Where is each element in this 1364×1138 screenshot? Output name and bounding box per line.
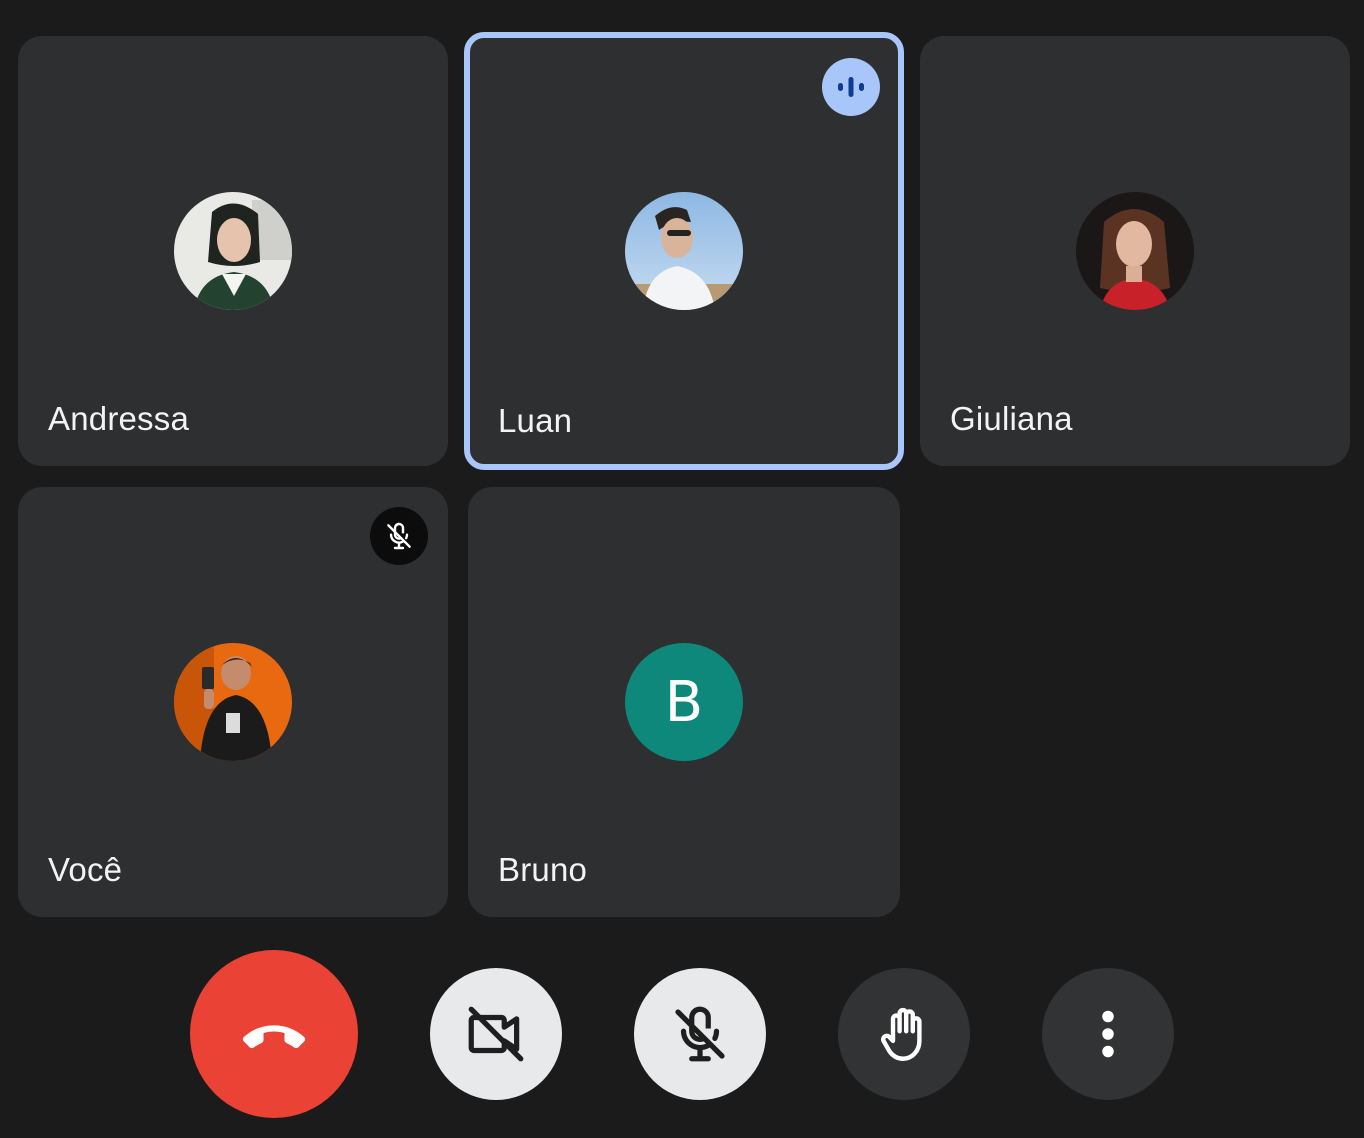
participant-name: Bruno <box>498 851 588 888</box>
avatar-photo-icon <box>1076 192 1194 310</box>
participant-name: Andressa <box>48 400 190 437</box>
participant-name: Você <box>48 851 123 888</box>
speaking-indicator <box>822 58 880 116</box>
avatar-giuliana <box>1076 192 1194 310</box>
avatar-andressa <box>174 192 292 310</box>
participant-name: Luan <box>498 402 573 439</box>
mic-off-icon <box>387 522 411 550</box>
mic-off-icon <box>675 1006 725 1062</box>
camera-off-icon <box>468 1006 524 1062</box>
muted-indicator <box>370 507 428 565</box>
audio-wave-icon <box>838 77 864 97</box>
meeting-stage: Andressa Luan Giuliana Você B Bruno <box>0 0 1364 1138</box>
more-options-button[interactable] <box>1042 968 1174 1100</box>
camera-toggle-button[interactable] <box>430 968 562 1100</box>
participant-tile-voce[interactable]: Você <box>18 487 448 917</box>
avatar-luan <box>625 192 743 310</box>
participant-tile-andressa[interactable]: Andressa <box>18 36 448 466</box>
microphone-toggle-button[interactable] <box>634 968 766 1100</box>
raise-hand-icon <box>881 1007 922 1061</box>
participant-tile-luan[interactable]: Luan <box>464 32 904 470</box>
participant-tile-giuliana[interactable]: Giuliana <box>920 36 1350 466</box>
participant-tile-bruno[interactable]: B Bruno <box>468 487 900 917</box>
participant-name: Giuliana <box>950 400 1073 437</box>
avatar-photo-icon <box>174 643 292 761</box>
avatar-photo-icon <box>625 192 743 310</box>
avatar-photo-icon <box>174 192 292 310</box>
more-vert-icon <box>1102 1010 1114 1058</box>
avatar-voce <box>174 643 292 761</box>
raise-hand-button[interactable] <box>838 968 970 1100</box>
end-call-icon <box>242 1025 306 1049</box>
avatar-bruno: B <box>625 643 743 761</box>
end-call-button[interactable] <box>190 950 358 1118</box>
